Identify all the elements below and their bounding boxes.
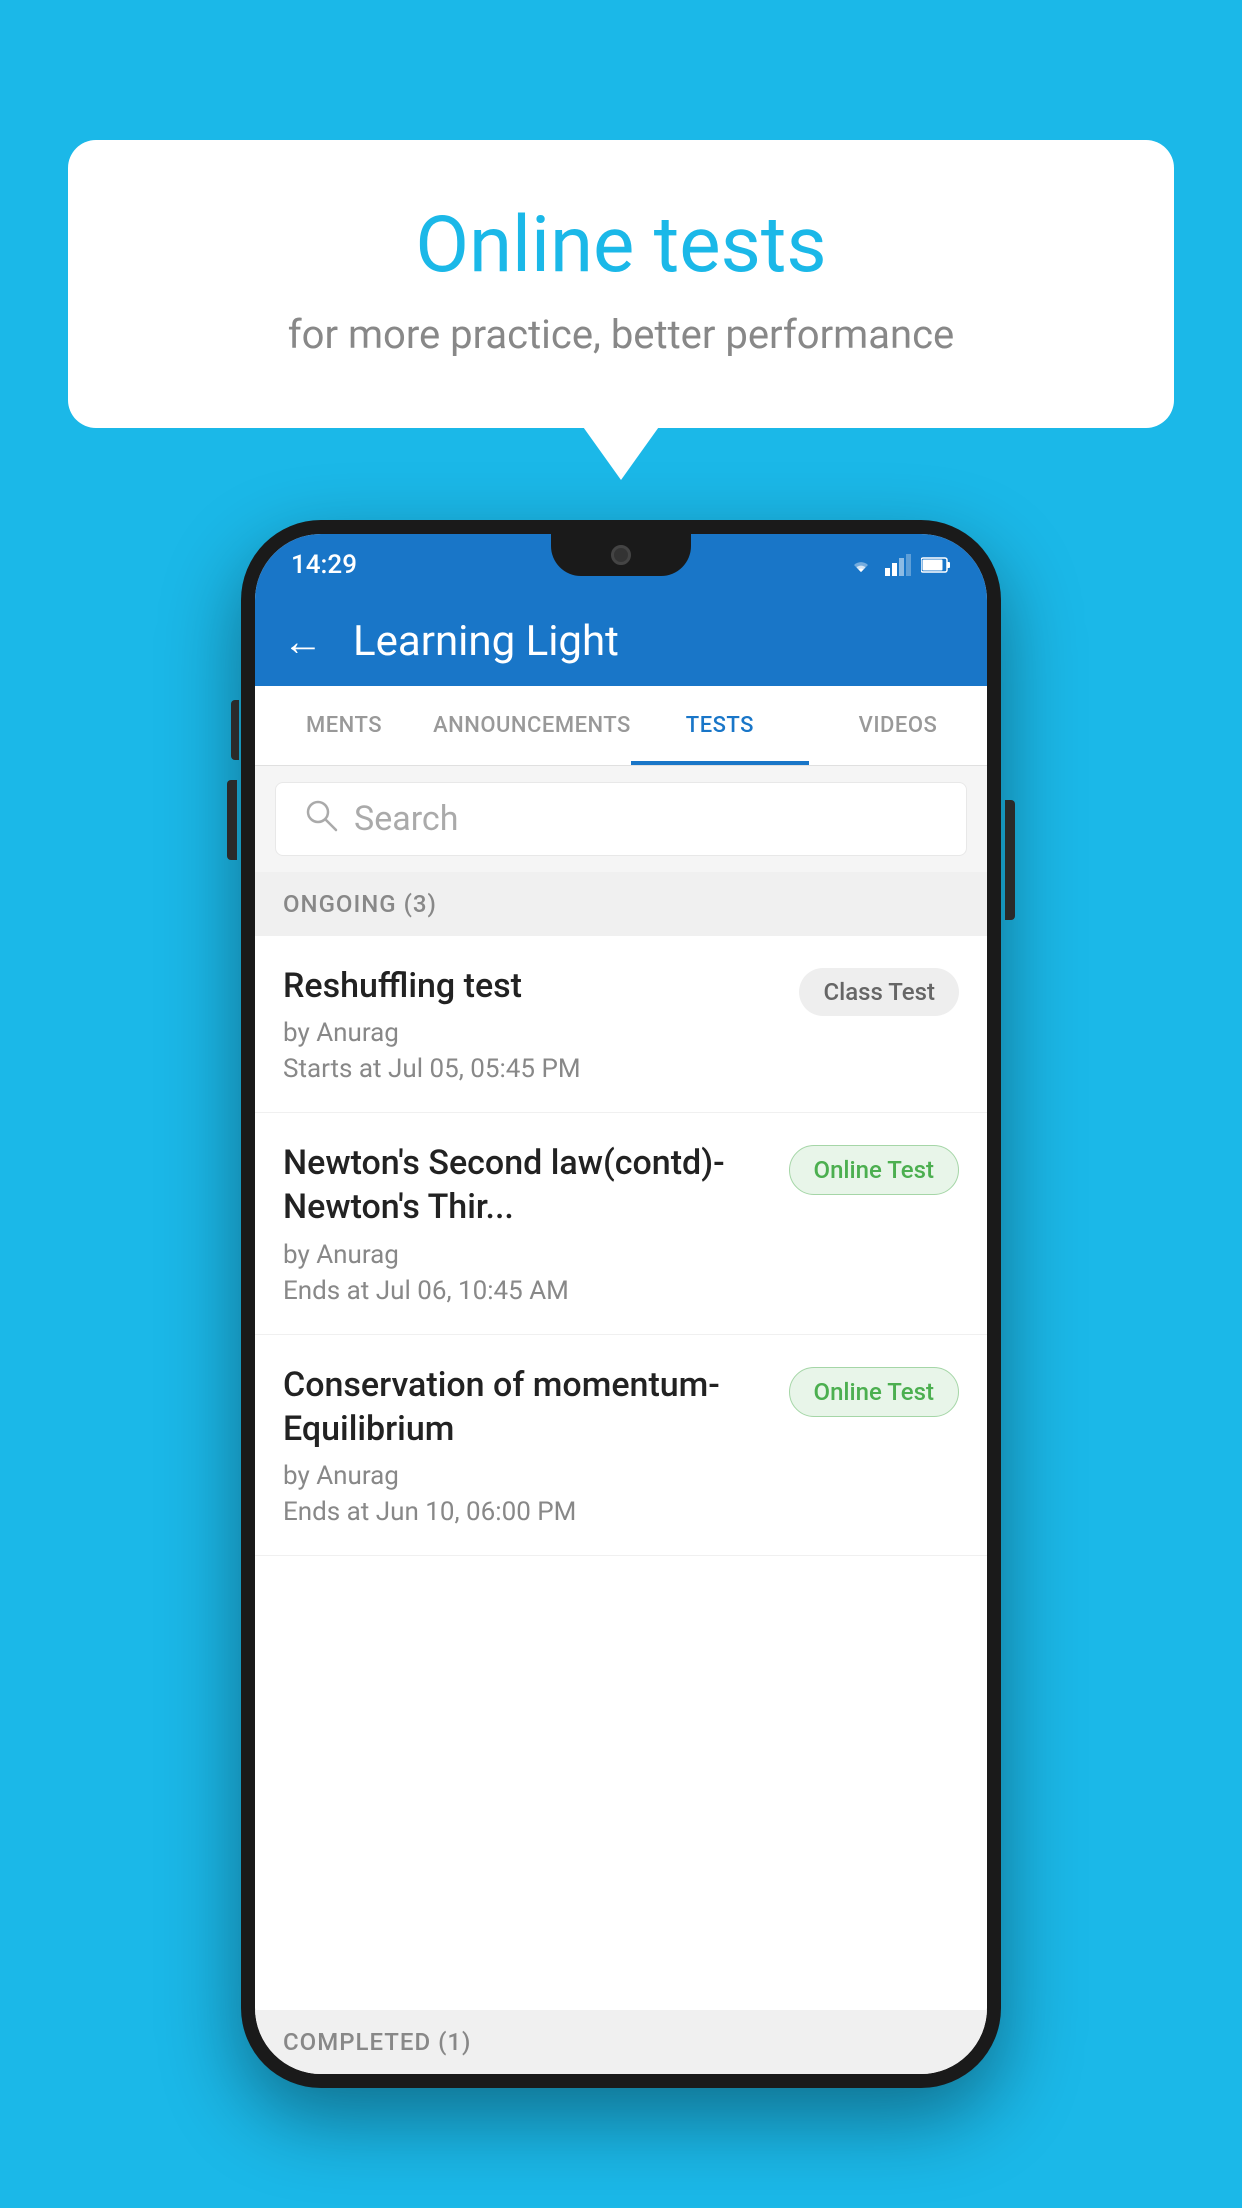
test-date: Ends at Jul 06, 10:45 AM (283, 1276, 773, 1306)
search-container: Search (255, 766, 987, 872)
app-bar: ← Learning Light (255, 596, 987, 686)
battery-icon (921, 556, 951, 574)
test-item[interactable]: Conservation of momentum-Equilibrium by … (255, 1335, 987, 1556)
ongoing-section-header: ONGOING (3) (255, 872, 987, 936)
status-bar: 14:29 (255, 534, 987, 596)
tab-tests[interactable]: TESTS (631, 686, 809, 765)
test-date: Starts at Jul 05, 05:45 PM (283, 1054, 783, 1084)
speech-bubble-container: Online tests for more practice, better p… (68, 140, 1174, 428)
camera (611, 545, 631, 565)
tab-videos[interactable]: VIDEOS (809, 686, 987, 765)
phone-container: 14:29 (241, 520, 1001, 2088)
test-info: Conservation of momentum-Equilibrium by … (283, 1363, 773, 1527)
back-button[interactable]: ← (283, 618, 323, 665)
test-date: Ends at Jun 10, 06:00 PM (283, 1497, 773, 1527)
speech-bubble: Online tests for more practice, better p… (68, 140, 1174, 428)
test-name: Newton's Second law(contd)-Newton's Thir… (283, 1141, 773, 1229)
wifi-icon (847, 554, 875, 576)
test-badge-online: Online Test (789, 1367, 959, 1417)
bubble-subtitle: for more practice, better performance (148, 311, 1094, 358)
tab-ments[interactable]: MENTS (255, 686, 433, 765)
phone-outer: 14:29 (241, 520, 1001, 2088)
tab-announcements[interactable]: ANNOUNCEMENTS (433, 686, 631, 765)
search-icon (304, 798, 338, 841)
test-name: Reshuffling test (283, 964, 783, 1008)
app-bar-title: Learning Light (353, 617, 619, 666)
test-by: by Anurag (283, 1461, 773, 1491)
search-placeholder: Search (354, 799, 458, 839)
test-badge-online: Online Test (789, 1145, 959, 1195)
test-by: by Anurag (283, 1018, 783, 1048)
completed-label: COMPLETED (1) (283, 2028, 471, 2056)
test-info: Newton's Second law(contd)-Newton's Thir… (283, 1141, 773, 1305)
signal-icon (885, 554, 911, 576)
bubble-title: Online tests (148, 200, 1094, 291)
tabs-container: MENTS ANNOUNCEMENTS TESTS VIDEOS (255, 686, 987, 766)
status-time: 14:29 (291, 550, 357, 580)
test-name: Conservation of momentum-Equilibrium (283, 1363, 773, 1451)
test-item[interactable]: Reshuffling test by Anurag Starts at Jul… (255, 936, 987, 1113)
test-badge-class: Class Test (799, 968, 959, 1016)
notch (551, 534, 691, 576)
status-icons (847, 554, 951, 576)
test-by: by Anurag (283, 1240, 773, 1270)
test-item[interactable]: Newton's Second law(contd)-Newton's Thir… (255, 1113, 987, 1334)
search-box[interactable]: Search (275, 782, 967, 856)
test-info: Reshuffling test by Anurag Starts at Jul… (283, 964, 783, 1084)
phone-screen: 14:29 (255, 534, 987, 2074)
completed-section-header: COMPLETED (1) (255, 2010, 987, 2074)
ongoing-label: ONGOING (3) (283, 890, 437, 918)
